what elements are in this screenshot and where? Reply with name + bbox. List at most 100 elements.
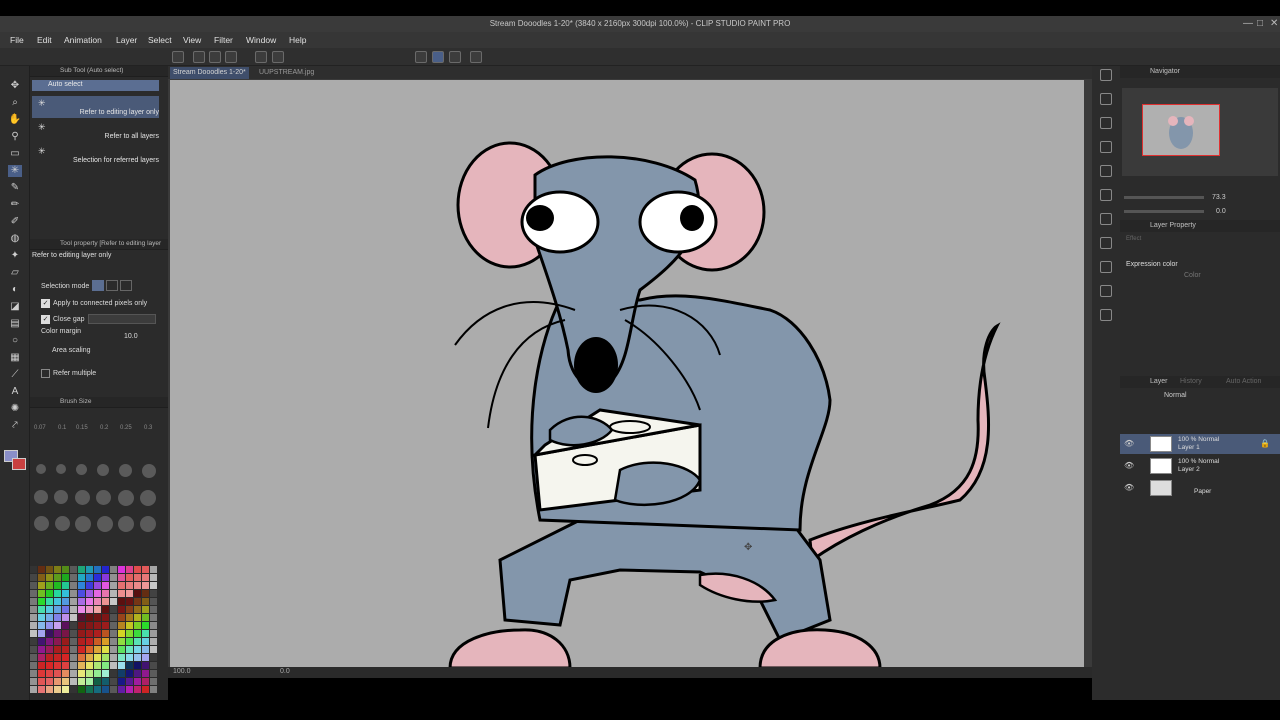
color-swatch[interactable] (150, 654, 157, 661)
color-swatch[interactable] (102, 638, 109, 645)
navigator-rotation-slider[interactable] (1124, 210, 1204, 213)
color-swatch[interactable] (38, 646, 45, 653)
layer-row-layer-2[interactable]: 👁 100 % Normal Layer 2 (1120, 456, 1280, 476)
navigator-zoom-value[interactable]: 73.3 (1212, 194, 1226, 201)
color-swatch[interactable] (134, 590, 141, 597)
selection-tool-icon[interactable]: ▭ (8, 148, 22, 160)
visibility-eye-icon[interactable]: 👁 (1124, 461, 1134, 470)
color-swatch[interactable] (110, 646, 117, 653)
sub-color-swatch[interactable] (12, 458, 26, 470)
color-swatch[interactable] (126, 582, 133, 589)
color-swatch[interactable] (94, 582, 101, 589)
tab-uupstream[interactable]: UUPSTREAM.jpg (256, 67, 317, 79)
color-swatch[interactable] (134, 574, 141, 581)
color-swatch[interactable] (110, 598, 117, 605)
color-swatch[interactable] (102, 566, 109, 573)
brush-size-value[interactable]: 0.25 (120, 425, 132, 431)
color-swatch[interactable] (126, 598, 133, 605)
color-swatch[interactable] (102, 622, 109, 629)
color-swatch[interactable] (110, 670, 117, 677)
color-swatch[interactable] (86, 662, 93, 669)
color-swatch[interactable] (54, 686, 61, 693)
brush-icon[interactable] (432, 51, 444, 63)
frame-tool-icon[interactable]: ▦ (8, 352, 22, 364)
color-swatch[interactable] (38, 622, 45, 629)
menu-animation[interactable]: Animation (64, 35, 102, 45)
color-swatch[interactable] (118, 638, 125, 645)
apply-connected-checkbox[interactable]: ✓ (41, 299, 50, 308)
sub-view-icon[interactable] (1100, 165, 1112, 177)
maximize-icon[interactable]: □ (1257, 18, 1263, 29)
color-swatch[interactable] (78, 686, 85, 693)
selection-mode-new-button[interactable] (92, 280, 104, 291)
redo-icon[interactable] (272, 51, 284, 63)
color-swatch[interactable] (78, 670, 85, 677)
color-swatch[interactable] (30, 686, 37, 693)
color-swatch[interactable] (126, 662, 133, 669)
color-swatch[interactable] (150, 630, 157, 637)
color-swatch[interactable] (110, 574, 117, 581)
color-swatch[interactable] (94, 646, 101, 653)
brush-size-value[interactable]: 0.3 (144, 425, 152, 431)
color-swatch[interactable] (142, 590, 149, 597)
new-file-icon[interactable] (172, 51, 184, 63)
color-swatch[interactable] (46, 630, 53, 637)
color-swatch[interactable] (62, 678, 69, 685)
color-swatch[interactable] (86, 646, 93, 653)
color-swatch[interactable] (38, 598, 45, 605)
color-swatch[interactable] (38, 678, 45, 685)
color-swatch[interactable] (126, 630, 133, 637)
pencil-tool-icon[interactable]: ✏ (8, 199, 22, 211)
color-swatch[interactable] (46, 582, 53, 589)
color-swatch[interactable] (150, 646, 157, 653)
refer-multiple-checkbox[interactable] (41, 369, 50, 378)
color-swatch[interactable] (134, 566, 141, 573)
menu-edit[interactable]: Edit (37, 35, 52, 45)
color-swatch[interactable] (78, 638, 85, 645)
subtool-item-editing-layer[interactable]: ✳ Refer to editing layer only (32, 96, 159, 118)
color-swatch[interactable] (118, 566, 125, 573)
color-swatch[interactable] (62, 622, 69, 629)
color-swatch[interactable] (110, 590, 117, 597)
auto-select-tool-icon[interactable]: ✳ (8, 165, 22, 177)
selection-mode-add-button[interactable] (106, 280, 118, 291)
close-icon[interactable]: ✕ (1270, 18, 1278, 29)
menu-window[interactable]: Window (246, 35, 276, 45)
color-swatch[interactable] (94, 622, 101, 629)
color-swatch[interactable] (70, 614, 77, 621)
color-swatch[interactable] (78, 614, 85, 621)
color-swatch[interactable] (142, 566, 149, 573)
color-swatch[interactable] (134, 646, 141, 653)
color-swatch[interactable] (110, 654, 117, 661)
color-swatch[interactable] (54, 566, 61, 573)
color-swatch[interactable] (150, 574, 157, 581)
color-swatch[interactable] (78, 646, 85, 653)
color-swatch[interactable] (86, 638, 93, 645)
color-swatch[interactable] (78, 566, 85, 573)
color-swatch[interactable] (150, 638, 157, 645)
eraser-tool-icon[interactable]: ▱ (8, 267, 22, 279)
color-swatch[interactable] (54, 574, 61, 581)
menu-file[interactable]: File (10, 35, 24, 45)
color-swatch[interactable] (54, 622, 61, 629)
color-swatch[interactable] (54, 598, 61, 605)
color-swatch[interactable] (142, 670, 149, 677)
close-panel-icon[interactable] (1100, 141, 1112, 153)
settings-icon[interactable] (470, 51, 482, 63)
color-swatch[interactable] (30, 582, 37, 589)
color-swatch[interactable] (94, 574, 101, 581)
close-panel-icon[interactable] (1100, 93, 1112, 105)
blend-mode-select[interactable]: Normal (1164, 392, 1187, 399)
color-swatch[interactable] (38, 662, 45, 669)
color-swatch[interactable] (118, 582, 125, 589)
ruler-tool-icon[interactable]: ⟋ (8, 369, 22, 381)
color-swatch[interactable] (142, 686, 149, 693)
history-tab[interactable]: History (1180, 378, 1202, 385)
color-swatch[interactable] (70, 638, 77, 645)
color-swatch[interactable] (70, 686, 77, 693)
color-swatch[interactable] (30, 622, 37, 629)
color-swatch[interactable] (78, 622, 85, 629)
color-swatch[interactable] (94, 598, 101, 605)
brush-tool-icon[interactable]: ✐ (8, 216, 22, 228)
fill-tool-icon[interactable]: ◪ (8, 301, 22, 313)
